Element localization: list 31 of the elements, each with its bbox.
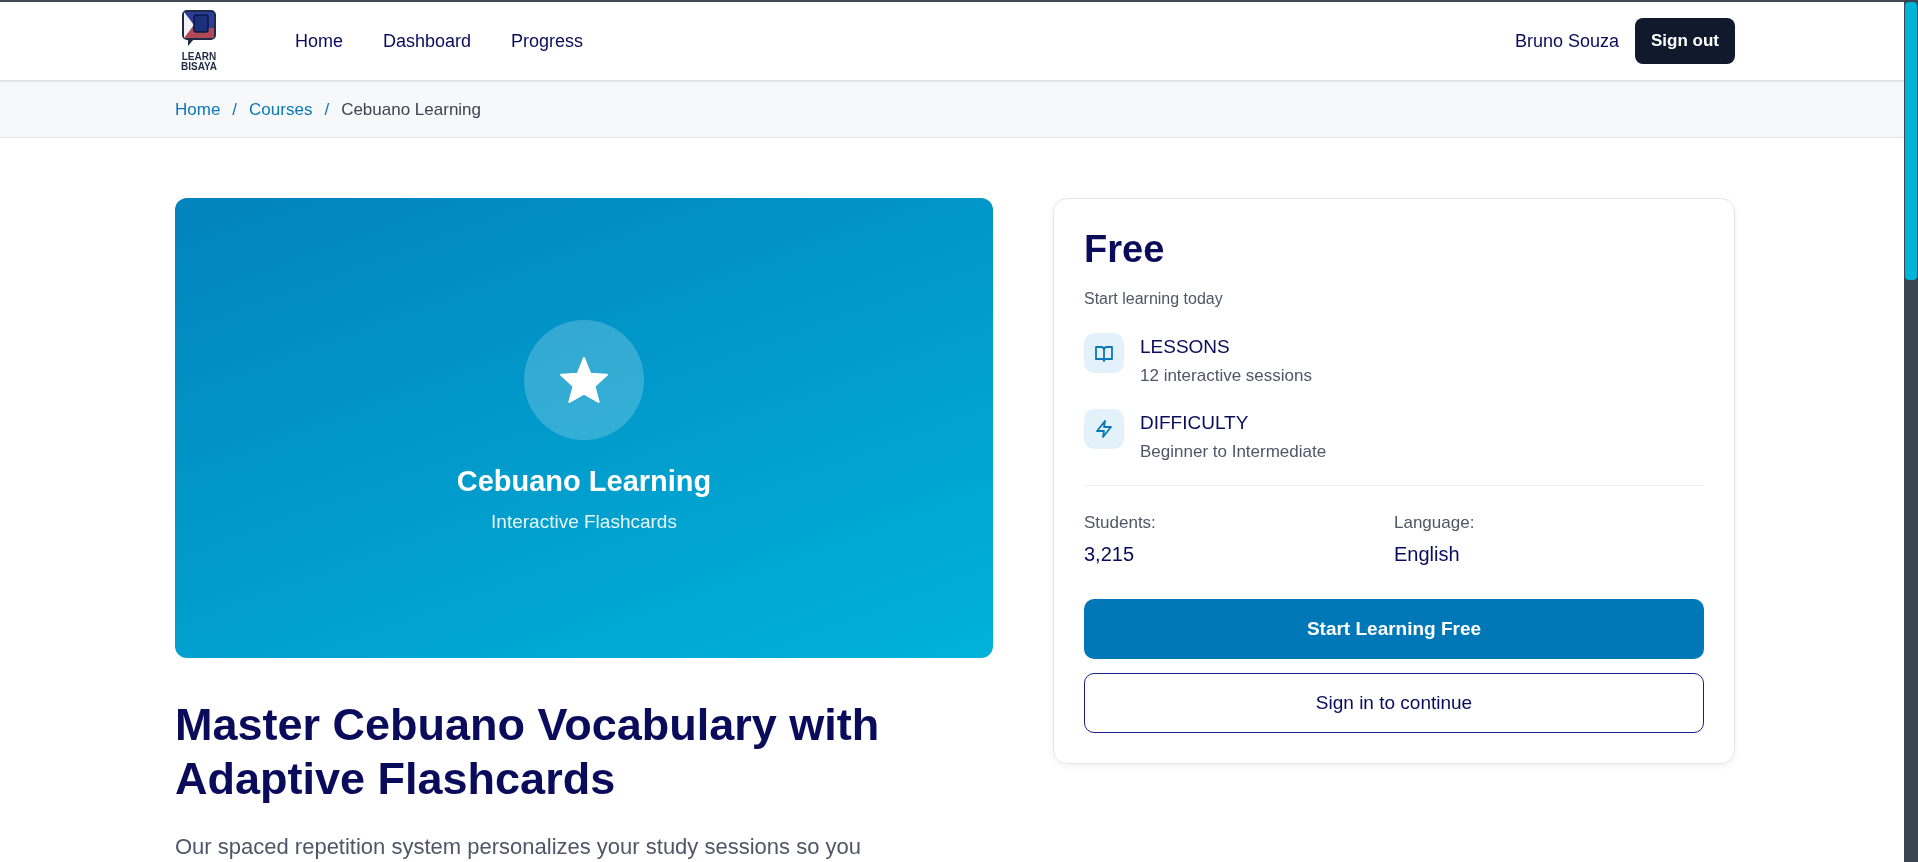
breadcrumb-separator: / (232, 98, 238, 121)
price: Free (1084, 229, 1166, 271)
scrollbar[interactable] (1904, 0, 1918, 862)
nav-link[interactable]: Progress (511, 27, 584, 55)
nav-link[interactable]: Dashboard (383, 27, 472, 55)
breadcrumb-link[interactable]: Home (175, 96, 221, 123)
user-name: Bruno Souza (1514, 29, 1619, 53)
feature-label: LESSONS (1140, 334, 1231, 359)
intro-paragraph: Our spaced repetition system personalizes your study sessions so you (175, 833, 862, 861)
feature-label: DIFFICULTY (1140, 410, 1250, 435)
sign-out-button[interactable]: Sign out (1635, 18, 1735, 64)
sign-in-button[interactable]: Sign in to continue (1084, 673, 1704, 734)
stat-label: Language: (1394, 511, 1476, 534)
bolt-icon (1084, 408, 1124, 449)
stat-value: 3,215 (1084, 542, 1136, 568)
start-button[interactable]: Start Learning Free (1084, 599, 1704, 660)
logo-text[interactable]: LEARN BISAYA (181, 52, 217, 72)
logo-icon[interactable] (182, 10, 216, 48)
nav-link[interactable]: Home (295, 27, 343, 55)
stat-value: English (1394, 542, 1461, 568)
book-icon (1084, 332, 1124, 373)
tagline: Start learning today (1084, 288, 1224, 309)
feature-detail: Beginner to Intermediate (1140, 441, 1327, 464)
breadcrumb-link[interactable]: Courses (249, 96, 313, 123)
breadcrumb-separator: / (324, 98, 330, 121)
page-heading: Master Cebuano Vocabulary with Adaptive Flashcards (175, 698, 881, 806)
stat-label: Students: (1084, 511, 1157, 534)
feature-detail: 12 interactive sessions (1140, 365, 1312, 388)
banner-title: Cebuano Learning (456, 464, 712, 499)
banner-subtitle: Interactive Flashcards (491, 509, 677, 534)
breadcrumb-current: Cebuano Learning (341, 98, 482, 121)
